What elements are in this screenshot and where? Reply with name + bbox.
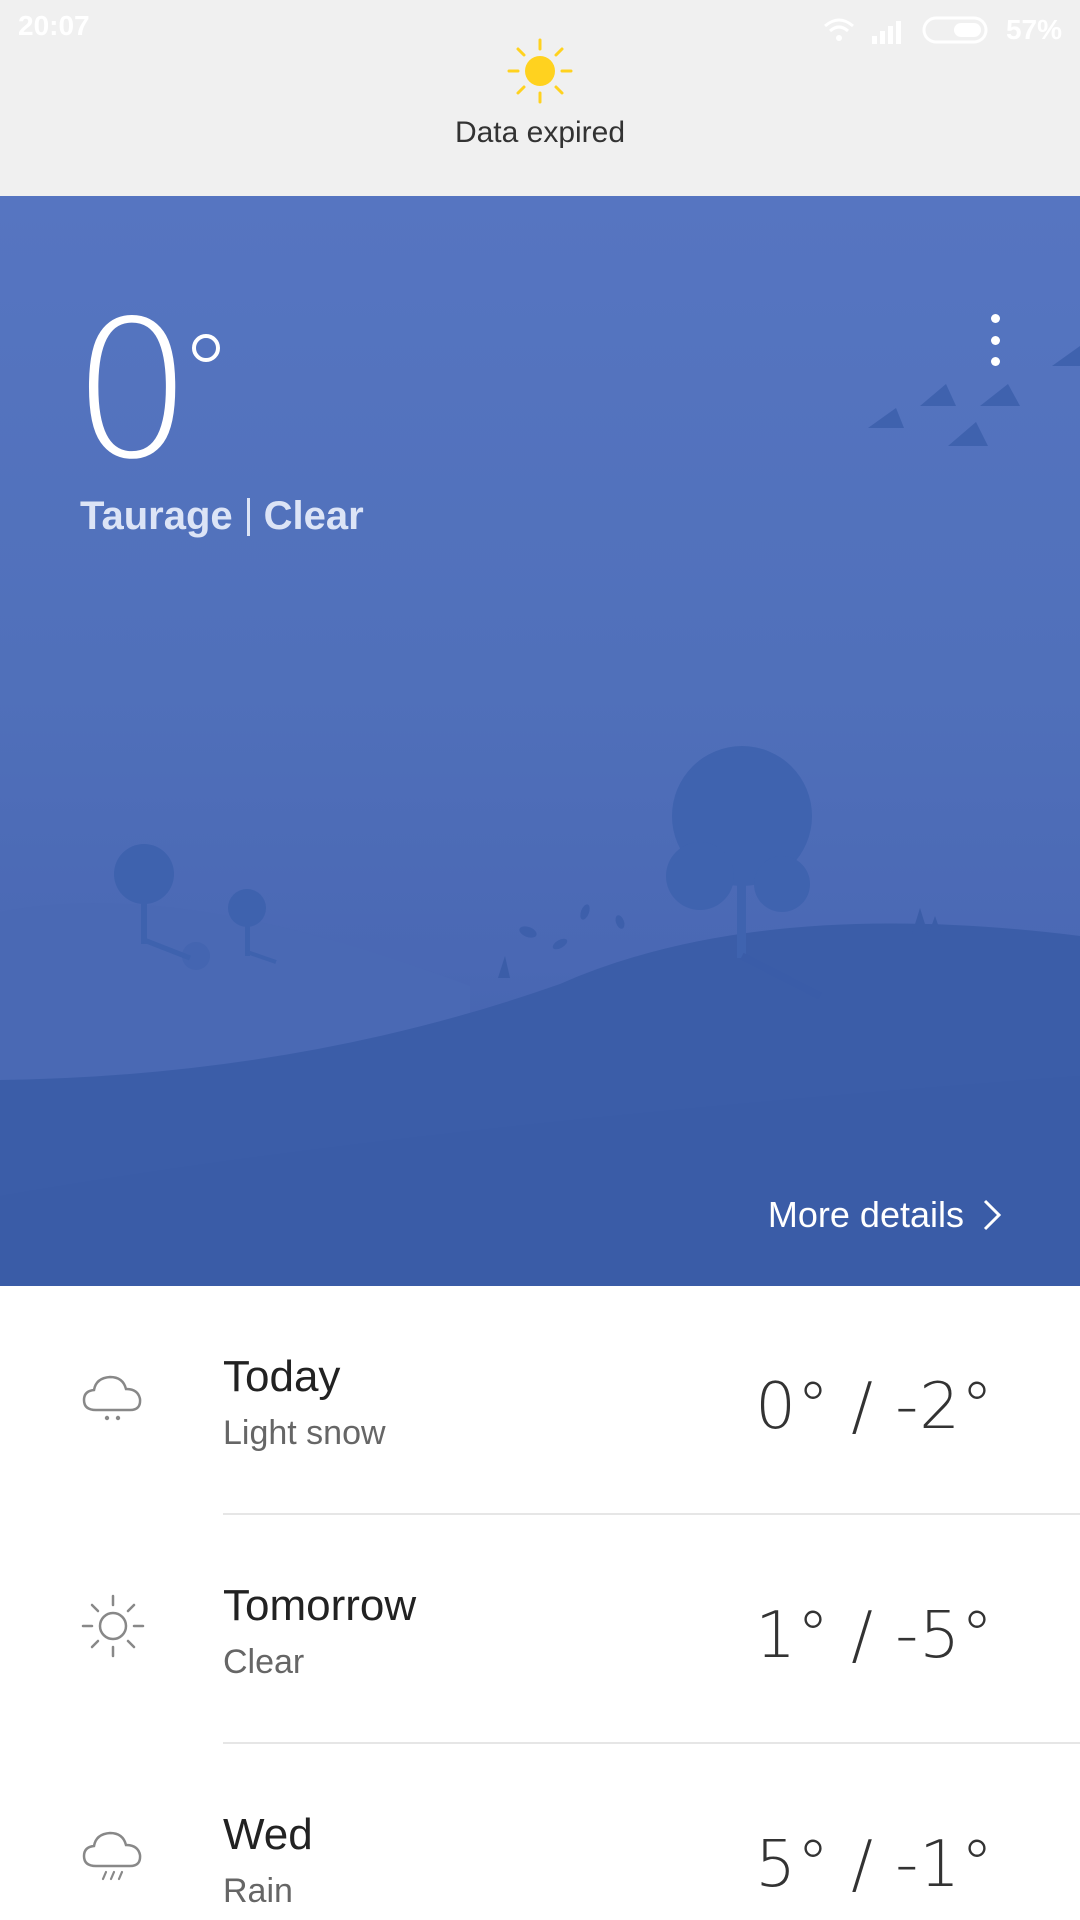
wifi-icon: [823, 18, 854, 41]
forecast-row-tomorrow[interactable]: Tomorrow Clear 1° / -5°: [0, 1515, 1080, 1744]
current-weather-panel: 0 Taurage Clear More details: [0, 196, 1080, 1286]
cloud-snow-icon: [82, 1375, 142, 1421]
more-details-label: More details: [767, 1194, 964, 1235]
forecast-temps: 5° / -1°: [755, 1828, 994, 1902]
more-details-link[interactable]: More details: [768, 1194, 1002, 1236]
forecast-temps: 1° / -5°: [755, 1599, 994, 1673]
forecast-day: Today: [223, 1352, 341, 1401]
degree-symbol: [192, 334, 220, 362]
sun-icon: [507, 38, 573, 104]
weather-screen: 20:07 57% Data expired 0 Taurage Clear M…: [0, 0, 1080, 1920]
forecast-row-today[interactable]: Today Light snow 0° / -2°: [0, 1286, 1080, 1515]
battery-percent: 57%: [1005, 14, 1062, 45]
separator: [246, 497, 250, 536]
status-time: 20:07: [18, 10, 90, 41]
location-name[interactable]: Taurage: [80, 494, 233, 539]
forecast-day: Tomorrow: [223, 1581, 417, 1630]
cloud-rain-icon: [82, 1831, 142, 1881]
forecast-condition: Clear: [223, 1643, 305, 1681]
forecast-temps: 0° / -2°: [755, 1370, 994, 1444]
more-options-icon[interactable]: [985, 314, 1005, 366]
battery-icon: [922, 16, 988, 44]
data-expired-text[interactable]: Data expired: [0, 116, 1080, 150]
forecast-row-wed[interactable]: Wed Rain 5° / -1°: [0, 1744, 1080, 1920]
forecast-day: Wed: [223, 1810, 313, 1859]
sun-outline-icon: [81, 1594, 145, 1658]
forecast-list: Today Light snow 0° / -2° Tomorrow Clear…: [0, 1286, 1080, 1920]
expired-banner: 20:07 57% Data expired: [0, 0, 1080, 196]
chevron-right-icon: [983, 1199, 1002, 1231]
forecast-condition: Rain: [223, 1872, 293, 1910]
forecast-condition: Light snow: [223, 1414, 386, 1452]
current-condition: Clear: [263, 494, 364, 538]
status-icons: 57%: [822, 8, 1062, 52]
location-condition: Taurage Clear: [80, 494, 364, 539]
current-temperature: 0: [72, 280, 193, 501]
signal-icon: [871, 21, 901, 44]
